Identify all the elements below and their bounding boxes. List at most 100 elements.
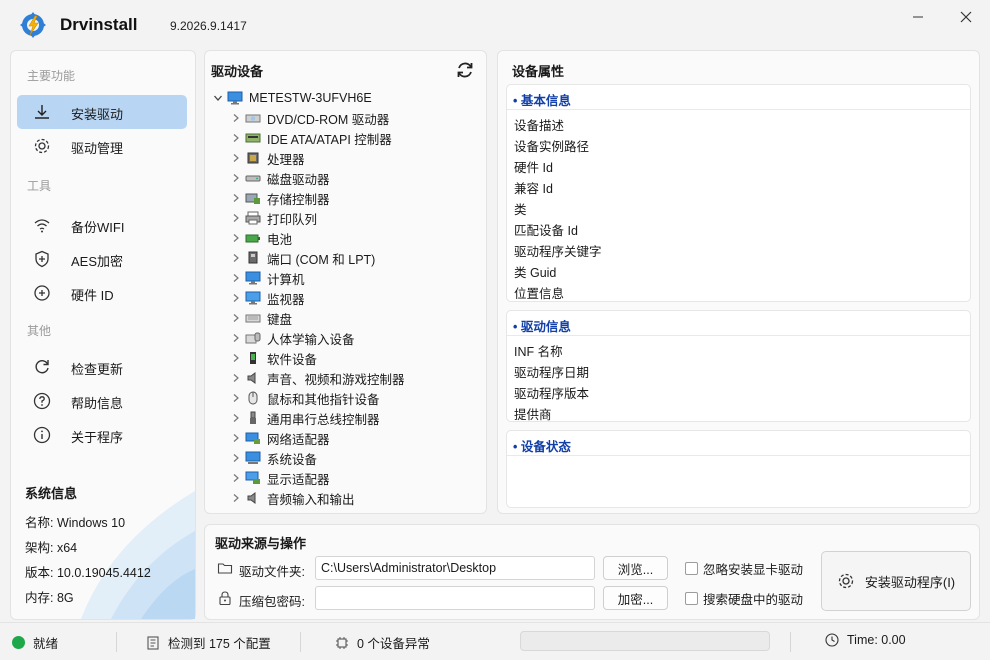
tree-item[interactable]: 声音、视频和游戏控制器 <box>231 369 405 387</box>
tree-item[interactable]: 处理器 <box>231 149 305 167</box>
status-time-text: Time: 0.00 <box>847 633 906 647</box>
tree-item[interactable]: IDE ATA/ATAPI 控制器 <box>231 129 392 147</box>
chevron-right-icon <box>233 374 239 382</box>
source-panel-title: 驱动来源与操作 <box>215 536 307 551</box>
refresh-devices-icon[interactable] <box>455 60 475 80</box>
status-abnormal-text: 0 个设备异常 <box>357 637 430 651</box>
divider <box>507 335 970 336</box>
chevron-right-icon <box>233 454 239 462</box>
info-icon <box>33 426 51 444</box>
status-abnormal: 0 个设备异常 <box>335 633 430 652</box>
prop-compatible-id: 兼容 Id <box>514 182 553 196</box>
software-device-icon <box>250 352 256 364</box>
nav-install-driver[interactable]: 安装驱动 <box>17 95 187 129</box>
checkbox-box <box>685 561 698 575</box>
properties-panel-title: 设备属性 <box>512 64 565 79</box>
status-detected: 检测到 175 个配置 <box>146 633 271 652</box>
tree-item-label: 软件设备 <box>267 352 318 367</box>
tree-item[interactable]: 端口 (COM 和 LPT) <box>231 249 375 267</box>
system-info-title: 系统信息 <box>25 486 78 501</box>
tree-item[interactable]: DVD/CD-ROM 驱动器 <box>231 109 389 127</box>
archive-password-input[interactable] <box>315 586 595 610</box>
folder-icon <box>217 563 233 574</box>
keyboard-icon <box>245 314 261 323</box>
nav-about[interactable]: 关于程序 <box>17 418 187 452</box>
driver-info-group: 驱动信息 INF 名称 驱动程序日期 驱动程序版本 提供商 <box>506 310 971 422</box>
tree-item[interactable]: 音频输入和输出 <box>231 489 355 507</box>
chevron-right-icon <box>233 194 239 202</box>
decorative-wave-art <box>81 491 195 619</box>
driver-source-panel: 驱动来源与操作 驱动文件夹: 浏览... 压缩包密码: 加密... 忽略安装显卡… <box>204 524 980 620</box>
chevron-right-icon <box>233 434 239 442</box>
tree-item-label: 系统设备 <box>267 452 318 467</box>
chevron-right-icon <box>233 234 239 242</box>
checkbox-label: 搜索硬盘中的驱动 <box>703 592 804 607</box>
encrypt-button[interactable]: 加密... <box>603 586 668 610</box>
status-bar: 就绪 检测到 175 个配置 0 个设备异常 Time: 0.00 <box>0 622 990 660</box>
tree-item[interactable]: 网络适配器 <box>231 429 330 447</box>
tree-item-label: DVD/CD-ROM 驱动器 <box>267 112 390 127</box>
tree-item-label: 打印队列 <box>267 212 318 227</box>
device-tree-panel: 驱动设备 METESTW-3UFVH6E DVD/CD-ROM 驱动器 IDE A… <box>204 50 487 514</box>
minimize-button[interactable] <box>905 6 931 28</box>
tree-item[interactable]: 打印队列 <box>231 209 317 227</box>
tree-item[interactable]: 存储控制器 <box>231 189 330 207</box>
nav-help[interactable]: 帮助信息 <box>17 384 187 418</box>
chevron-right-icon <box>233 174 239 182</box>
app-name: Drvinstall <box>60 15 138 34</box>
prop-driver-version: 驱动程序版本 <box>514 387 590 401</box>
tree-item[interactable]: 系统设备 <box>231 449 317 467</box>
section-title-other: 其他 <box>27 324 52 338</box>
nav-aes-encrypt[interactable]: AES加密 <box>17 242 187 276</box>
prop-class-guid: 类 Guid <box>514 266 557 280</box>
tree-item-label: 键盘 <box>267 312 293 327</box>
prop-device-description: 设备描述 <box>514 119 565 133</box>
ide-controller-icon <box>245 133 261 143</box>
mouse-icon <box>248 391 258 405</box>
tree-item-label: 显示适配器 <box>267 472 330 487</box>
nav-driver-management[interactable]: 驱动管理 <box>17 129 187 163</box>
tree-item[interactable]: 键盘 <box>231 309 292 327</box>
tree-item[interactable]: 电池 <box>231 229 292 247</box>
storage-controller-icon <box>245 193 260 204</box>
tree-item[interactable]: 显示适配器 <box>231 469 330 487</box>
audio-io-icon <box>247 492 256 504</box>
tree-root-node[interactable]: METESTW-3UFVH6E <box>213 89 372 107</box>
tree-root-label: METESTW-3UFVH6E <box>249 91 372 105</box>
close-button[interactable] <box>953 6 979 28</box>
hardware-id-icon <box>34 285 50 301</box>
tree-item-label: 处理器 <box>267 152 305 167</box>
tree-item[interactable]: 磁盘驱动器 <box>231 169 330 187</box>
prop-provider: 提供商 <box>514 408 552 422</box>
nav-label: 关于程序 <box>71 430 124 445</box>
tree-item[interactable]: 监视器 <box>231 289 305 307</box>
section-title-main: 主要功能 <box>27 69 76 83</box>
device-status-heading: 设备状态 <box>513 436 571 455</box>
tree-item[interactable]: 通用串行总线控制器 <box>231 409 380 427</box>
progress-bar <box>520 631 770 651</box>
tree-item-label: 磁盘驱动器 <box>267 172 330 187</box>
hid-icon <box>245 332 261 344</box>
tree-item-label: IDE ATA/ATAPI 控制器 <box>267 132 392 147</box>
sidebar: 主要功能 安装驱动 驱动管理 工具 备份WIFI AES加密 硬件 ID 其他 … <box>10 50 196 620</box>
nav-check-update[interactable]: 检查更新 <box>17 350 187 384</box>
skip-gpu-driver-checkbox[interactable]: 忽略安装显卡驱动 <box>685 560 803 577</box>
driver-folder-input[interactable] <box>315 556 595 580</box>
browse-button[interactable]: 浏览... <box>603 556 668 580</box>
search-disk-drivers-checkbox[interactable]: 搜索硬盘中的驱动 <box>685 590 804 607</box>
help-icon <box>33 392 51 410</box>
nav-hardware-id[interactable]: 硬件 ID <box>17 276 187 310</box>
tree-item[interactable]: 软件设备 <box>231 349 317 367</box>
prop-driver-key: 驱动程序关键字 <box>514 245 602 259</box>
nav-backup-wifi[interactable]: 备份WIFI <box>17 208 187 242</box>
chevron-right-icon <box>233 334 239 342</box>
nav-label: 检查更新 <box>71 362 124 377</box>
nav-label: 备份WIFI <box>71 220 125 235</box>
tree-item[interactable]: 计算机 <box>231 269 305 287</box>
chevron-right-icon <box>233 294 239 302</box>
tree-item[interactable]: 鼠标和其他指针设备 <box>231 389 380 407</box>
install-driver-button[interactable]: 安装驱动程序(I) <box>821 551 971 611</box>
tree-item[interactable]: 人体学输入设备 <box>231 329 355 347</box>
divider <box>790 632 791 652</box>
driver-folder-label: 驱动文件夹: <box>239 565 305 579</box>
